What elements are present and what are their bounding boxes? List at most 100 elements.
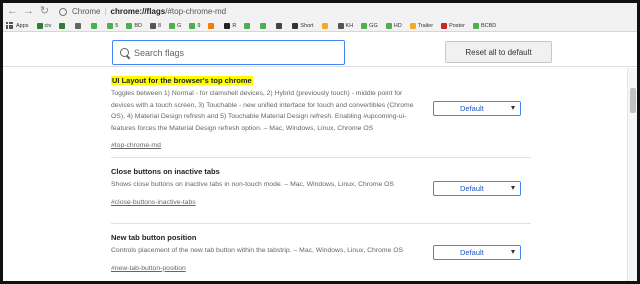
bookmark-label: BD bbox=[134, 22, 142, 29]
divider bbox=[111, 157, 531, 158]
chevron-down-icon bbox=[511, 186, 515, 190]
bookmark-favicon-icon bbox=[260, 22, 267, 29]
bookmark-item[interactable]: R bbox=[224, 22, 237, 29]
bookmark-item[interactable]: Poster bbox=[441, 22, 465, 29]
chevron-down-icon bbox=[511, 106, 515, 110]
bookmark-label: KH bbox=[345, 22, 354, 29]
url-path: /#top-chrome-md bbox=[165, 7, 227, 16]
bookmark-favicon-icon bbox=[276, 22, 283, 29]
bookmark-item[interactable] bbox=[208, 22, 216, 29]
bookmarks-bar: Apps civ 5 BD 8 G 9 R Short KH GG HD Trailer Poster B… bbox=[3, 20, 637, 32]
scrollbar-thumb[interactable] bbox=[630, 88, 636, 113]
experiment-link[interactable]: #close-buttons-inactive-tabs bbox=[111, 199, 196, 206]
bookmark-item[interactable] bbox=[59, 22, 67, 29]
bookmark-favicon-icon bbox=[361, 22, 368, 29]
browser-toolbar: ← → ↻ Chrome | chrome://flags /#top-chro… bbox=[3, 3, 637, 20]
forward-icon[interactable]: → bbox=[22, 5, 35, 18]
bookmark-favicon-icon bbox=[149, 22, 156, 29]
bookmark-item[interactable]: KH bbox=[337, 22, 354, 29]
bookmark-item[interactable]: BD bbox=[126, 22, 142, 29]
bookmark-label: Poster bbox=[449, 22, 465, 29]
bookmark-favicon-icon bbox=[91, 22, 98, 29]
bookmark-favicon-icon bbox=[292, 22, 299, 29]
bookmark-label: G bbox=[177, 22, 182, 29]
bookmark-favicon-icon bbox=[169, 22, 176, 29]
bookmark-item[interactable] bbox=[75, 22, 83, 29]
divider bbox=[111, 223, 531, 224]
experiment-link[interactable]: #new-tab-button-position bbox=[111, 265, 186, 272]
bookmark-label: 9 bbox=[197, 22, 201, 29]
bookmark-favicon-icon bbox=[337, 22, 344, 29]
bookmark-favicon-icon bbox=[441, 22, 448, 29]
bookmark-favicon-icon bbox=[472, 22, 479, 29]
select-value: Default bbox=[460, 184, 484, 193]
bookmark-item[interactable] bbox=[244, 22, 252, 29]
experiment-title: Close buttons on inactive tabs bbox=[111, 167, 220, 176]
bookmark-item[interactable]: civ bbox=[36, 22, 52, 29]
bookmark-item[interactable]: 8 bbox=[149, 22, 162, 29]
experiment-title: New tab button position bbox=[111, 233, 197, 242]
bookmark-apps[interactable]: Apps bbox=[16, 23, 29, 29]
bookmark-favicon-icon bbox=[36, 22, 43, 29]
search-input[interactable] bbox=[134, 45, 334, 60]
apps-grid-icon[interactable] bbox=[6, 22, 13, 29]
bookmark-favicon-icon bbox=[59, 22, 66, 29]
select-value: Default bbox=[460, 104, 484, 113]
bookmark-label: Apps bbox=[16, 22, 29, 29]
bookmark-favicon-icon bbox=[126, 22, 133, 29]
search-icon bbox=[120, 47, 130, 58]
select-value: Default bbox=[460, 248, 484, 257]
experiment-description: Shows close buttons on inactive tabs in … bbox=[111, 181, 394, 188]
bookmark-item[interactable]: G bbox=[169, 22, 182, 29]
url-host: chrome://flags bbox=[110, 7, 166, 16]
bookmark-favicon-icon bbox=[75, 22, 82, 29]
reload-icon[interactable]: ↻ bbox=[38, 5, 51, 18]
experiment-title: UI Layout for the browser's top chrome bbox=[111, 76, 253, 85]
experiments-list: UI Layout for the browser's top chrome T… bbox=[3, 68, 627, 281]
bookmark-favicon-icon bbox=[409, 22, 416, 29]
chrome-page-icon bbox=[59, 7, 67, 16]
bookmark-item[interactable]: 5 bbox=[107, 22, 119, 29]
bookmark-favicon-icon bbox=[385, 22, 392, 29]
address-bar[interactable]: Chrome | chrome://flags /#top-chrome-md bbox=[59, 5, 226, 18]
address-separator: | bbox=[104, 7, 107, 16]
bookmark-item[interactable]: 9 bbox=[189, 22, 201, 29]
bookmark-item[interactable] bbox=[91, 22, 99, 29]
bookmark-label: GG bbox=[369, 22, 378, 29]
bookmark-item[interactable]: GG bbox=[361, 22, 378, 29]
experiment-select-new-tab-button[interactable]: Default bbox=[433, 245, 521, 260]
experiment-select-close-buttons[interactable]: Default bbox=[433, 181, 521, 196]
bookmark-favicon-icon bbox=[208, 22, 215, 29]
bookmark-label: HD bbox=[393, 22, 402, 29]
experiment-select-top-chrome-md[interactable]: Default bbox=[433, 101, 521, 116]
search-box[interactable] bbox=[112, 40, 345, 65]
bookmark-favicon-icon bbox=[224, 22, 231, 29]
bookmark-label: 8 bbox=[157, 22, 162, 29]
bookmark-item[interactable]: Short bbox=[292, 22, 314, 29]
bookmark-item[interactable]: HD bbox=[385, 22, 402, 29]
bookmark-item[interactable]: BCBD bbox=[472, 22, 497, 29]
reset-all-button[interactable]: Reset all to default bbox=[445, 41, 552, 63]
bookmark-item[interactable]: Trailer bbox=[409, 22, 434, 29]
bookmark-label: civ bbox=[44, 22, 52, 29]
bookmark-label: Trailer bbox=[417, 22, 434, 29]
chevron-down-icon bbox=[511, 250, 515, 254]
bookmark-item[interactable] bbox=[321, 22, 330, 29]
bookmark-favicon-icon bbox=[107, 22, 114, 29]
vertical-scrollbar[interactable] bbox=[627, 68, 637, 281]
flags-header: Reset all to default bbox=[3, 33, 637, 67]
bookmark-favicon-icon bbox=[244, 22, 251, 29]
bookmark-label: 5 bbox=[115, 22, 119, 29]
experiment-description: Controls placement of the new tab button… bbox=[111, 247, 404, 254]
bookmark-label: BCBD bbox=[480, 22, 497, 29]
bookmark-favicon-icon bbox=[189, 22, 196, 29]
experiment-description: Toggles between 1) Normal - for clamshel… bbox=[111, 90, 414, 132]
chrome-label: Chrome bbox=[72, 7, 101, 16]
bookmark-favicon-icon bbox=[321, 22, 328, 29]
bookmark-label: R bbox=[232, 22, 237, 29]
bookmark-label: Short bbox=[300, 22, 314, 29]
experiment-link[interactable]: #top-chrome-md bbox=[111, 142, 161, 149]
back-icon[interactable]: ← bbox=[6, 5, 19, 18]
bookmark-item[interactable] bbox=[276, 22, 284, 29]
bookmark-item[interactable] bbox=[260, 22, 268, 29]
